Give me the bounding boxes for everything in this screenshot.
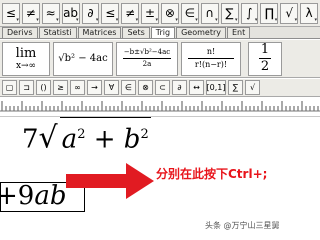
symbol-button[interactable]: ≈ ▾ [41, 2, 60, 24]
small-template-button[interactable]: () [36, 80, 51, 95]
radicand: a2 + b2 [59, 117, 151, 157]
template-tab-bar: Derivs Statisti Matrices Sets Trig Geome… [0, 27, 320, 39]
symbol-button[interactable]: ∏ ▾ [260, 2, 279, 24]
small-template-button[interactable]: ⊐ [19, 80, 34, 95]
template-palette: lim x→∞ √b² − 4ac −b±√b²−4ac 2a n! r!(n−… [0, 40, 320, 78]
tab-trig[interactable]: Trig [150, 27, 176, 38]
small-template-button[interactable]: ∀ [104, 80, 119, 95]
tab-sets[interactable]: Sets [122, 27, 150, 38]
symbol-button[interactable]: ∂ ▾ [81, 2, 100, 24]
symbol-button[interactable]: √ ▾ [280, 2, 299, 24]
tab-matrices[interactable]: Matrices [77, 27, 122, 38]
quadratic-numerator: −b±√b²−4ac [123, 48, 171, 56]
watermark: 头条 @万宁山三星舅 [205, 221, 280, 230]
small-template-button[interactable]: → [87, 80, 102, 95]
combination-denominator: r!(n−r)! [194, 60, 228, 69]
radical-sign: √ [38, 120, 58, 156]
symbol-toolbar: ≤ ▾ ≠ ▾ ≈ ▾ ab ▾ ∂ ▾ ≤ ▾ ≠ ▾ ± ▾ ⊗ ▾ ∈ ▾ ∩ ▾ ∑ ▾ ∫ ▾ … [0, 0, 320, 27]
fraction-denominator: 2 [260, 59, 270, 74]
small-template-button[interactable]: √ [245, 80, 260, 95]
limit-subscript: x→∞ [15, 60, 37, 71]
symbol-button[interactable]: ∫ ▾ [240, 2, 259, 24]
small-template-button[interactable]: ∞ [70, 80, 85, 95]
tab-geometry[interactable]: Geometry [176, 27, 226, 38]
symbol-button[interactable]: λ ▾ [300, 2, 318, 24]
tab-derivs[interactable]: Derivs [2, 27, 38, 38]
combination-numerator: n! [206, 47, 216, 56]
equation-line-1[interactable]: 7√ a2 + b2 [22, 117, 151, 160]
symbol-button[interactable]: ≠ ▾ [121, 2, 140, 24]
symbol-button[interactable]: ∑ ▾ [220, 2, 239, 24]
small-template-button[interactable]: ∑ [228, 80, 243, 95]
small-template-button[interactable]: ∂ [172, 80, 187, 95]
small-template-button[interactable]: ∈ [121, 80, 136, 95]
small-template-toolbar: ▢ ⊐ () ≥ ∞ → ∀ ∈ ⊗ ⊂ ∂ ↔ [0,1] ∑ √ [0, 79, 320, 97]
quadratic-denominator: 2a [142, 60, 152, 68]
limit-template-button[interactable]: lim x→∞ [2, 41, 50, 76]
small-template-button[interactable]: ▢ [2, 80, 17, 95]
symbol-button[interactable]: ≠ ▾ [21, 2, 40, 24]
symbol-button[interactable]: ⊗ ▾ [161, 2, 179, 24]
symbol-button[interactable]: ± ▾ [141, 2, 159, 24]
fraction-numerator: 1 [260, 42, 270, 57]
red-arrow-annotation [66, 163, 154, 199]
ruler-ticks [0, 101, 320, 112]
symbol-button[interactable]: ≤ ▾ [101, 2, 120, 24]
small-template-button[interactable]: ≥ [53, 80, 68, 95]
coefficient: 7 [22, 124, 39, 155]
tab-ent[interactable]: Ent [226, 27, 251, 38]
annotation-text: 分别在此按下Ctrl+; [156, 167, 268, 181]
ruler[interactable] [0, 97, 320, 117]
small-template-button[interactable]: ⊗ [138, 80, 153, 95]
quadratic-template-button[interactable]: −b±√b²−4ac 2a [116, 41, 178, 76]
equation-canvas[interactable]: 7√ a2 + b2 +9ab 分别在此按下Ctrl+; 头条 @万宁山三星舅 [0, 117, 320, 240]
sqrt-template-button[interactable]: √b² − 4ac [53, 41, 113, 76]
sqrt-label: √b² − 4ac [58, 53, 108, 64]
symbol-button[interactable]: ∈ ▾ [180, 2, 199, 24]
combination-template-button[interactable]: n! r!(n−r)! [181, 41, 241, 76]
symbol-button[interactable]: ≤ ▾ [2, 2, 20, 24]
tab-statistics[interactable]: Statisti [38, 27, 77, 38]
small-template-button[interactable]: ↔ [189, 80, 204, 95]
fraction-template-button[interactable]: 1 2 [248, 41, 282, 76]
small-template-button[interactable]: [0,1] [206, 80, 226, 95]
small-template-button[interactable]: ⊂ [155, 80, 170, 95]
symbol-button[interactable]: ab ▾ [61, 2, 80, 24]
symbol-button[interactable]: ∩ ▾ [200, 2, 219, 24]
limit-top: lim [15, 45, 37, 61]
